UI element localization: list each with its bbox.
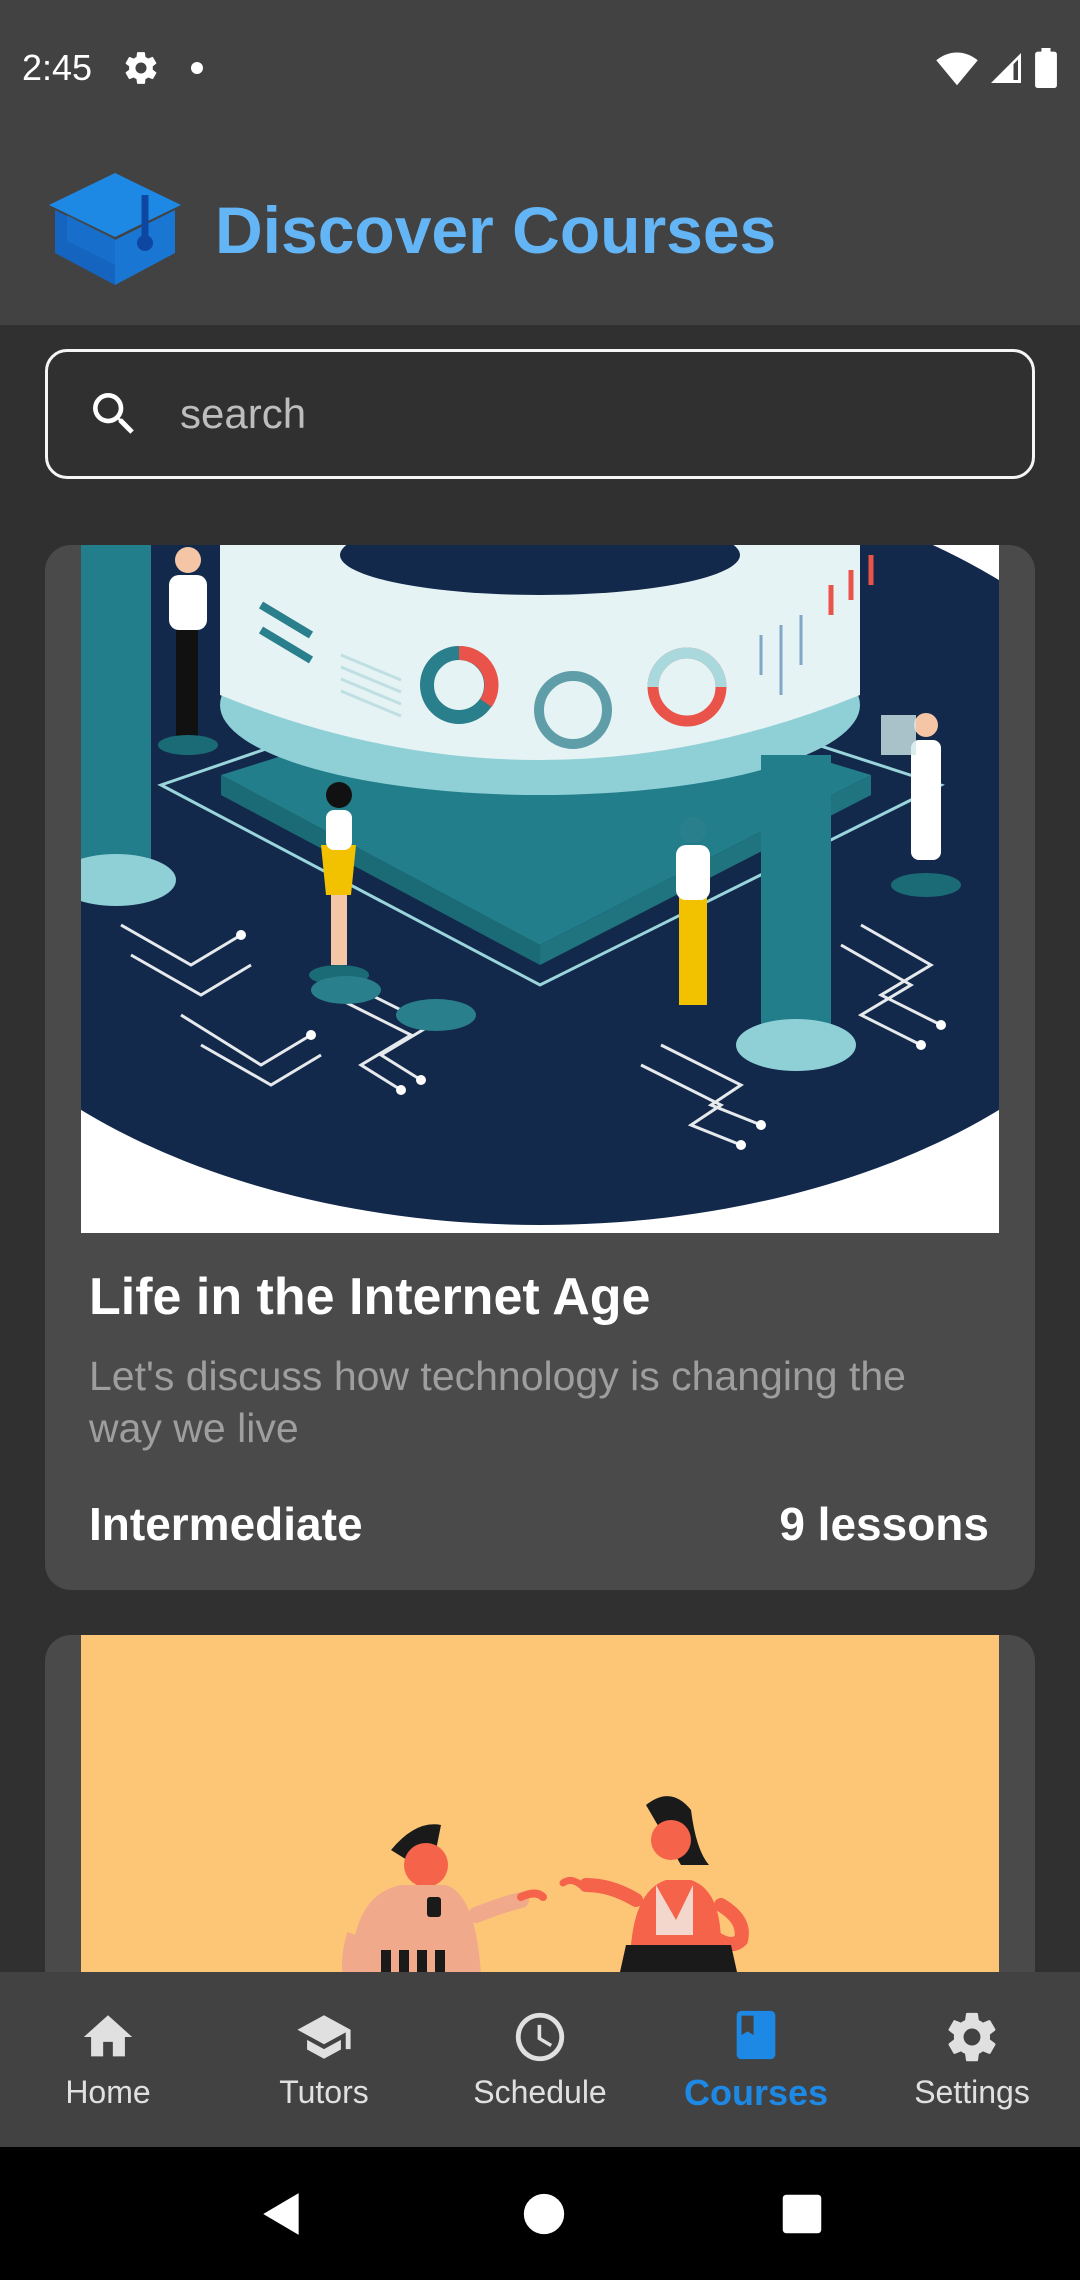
search-input[interactable] bbox=[178, 389, 978, 439]
wifi-icon bbox=[936, 51, 978, 85]
back-icon[interactable] bbox=[257, 2189, 307, 2239]
school-icon bbox=[297, 2015, 351, 2059]
status-bar: 2:45 bbox=[0, 0, 1080, 135]
notification-dot-icon bbox=[191, 61, 204, 74]
nav-item-tutors[interactable]: Tutors bbox=[216, 1972, 432, 2147]
nav-label-tutors: Tutors bbox=[279, 2074, 369, 2110]
bottom-navigation: Home Tutors Schedule Courses Settings bbox=[0, 1972, 1080, 2147]
course-image bbox=[81, 545, 999, 1233]
course-card[interactable] bbox=[45, 1635, 1035, 1972]
graduation-cap-icon bbox=[49, 173, 181, 285]
status-time: 2:45 bbox=[22, 46, 93, 88]
nav-label-schedule: Schedule bbox=[473, 2074, 607, 2110]
course-title: Life in the Internet Age bbox=[89, 1268, 651, 1326]
course-list[interactable]: Life in the Internet Age Let's discuss h… bbox=[0, 325, 1080, 1972]
settings-status-icon bbox=[125, 51, 157, 84]
signal-icon bbox=[991, 52, 1021, 83]
nav-item-settings[interactable]: Settings bbox=[864, 1972, 1080, 2147]
clock-icon bbox=[515, 2012, 565, 2062]
page-title: Discover Courses bbox=[215, 193, 777, 267]
course-level: Intermediate bbox=[89, 1498, 363, 1550]
nav-label-courses: Courses bbox=[683, 2071, 829, 2113]
search-bar[interactable] bbox=[45, 349, 1035, 479]
course-card[interactable]: Life in the Internet Age Let's discuss h… bbox=[45, 545, 1035, 1590]
battery-icon bbox=[1035, 47, 1057, 88]
book-icon bbox=[736, 2010, 776, 2059]
nav-item-schedule[interactable]: Schedule bbox=[432, 1972, 648, 2147]
course-lessons-count: 9 lessons bbox=[779, 1498, 989, 1550]
nav-item-courses[interactable]: Courses bbox=[648, 1972, 864, 2147]
nav-label-settings: Settings bbox=[914, 2074, 1030, 2110]
home-circle-icon[interactable] bbox=[522, 2192, 566, 2236]
home-icon bbox=[83, 2015, 133, 2057]
recents-icon[interactable] bbox=[781, 2193, 823, 2235]
course-description: Let's discuss how technology is changing… bbox=[89, 1353, 906, 1451]
nav-item-home[interactable]: Home bbox=[0, 1972, 216, 2147]
gear-icon bbox=[948, 2012, 996, 2062]
nav-label-home: Home bbox=[65, 2074, 151, 2110]
app-header: Discover Courses bbox=[0, 135, 1080, 325]
course-image bbox=[81, 1635, 999, 1972]
system-navigation-bar bbox=[0, 2147, 1080, 2280]
search-icon bbox=[93, 393, 134, 434]
